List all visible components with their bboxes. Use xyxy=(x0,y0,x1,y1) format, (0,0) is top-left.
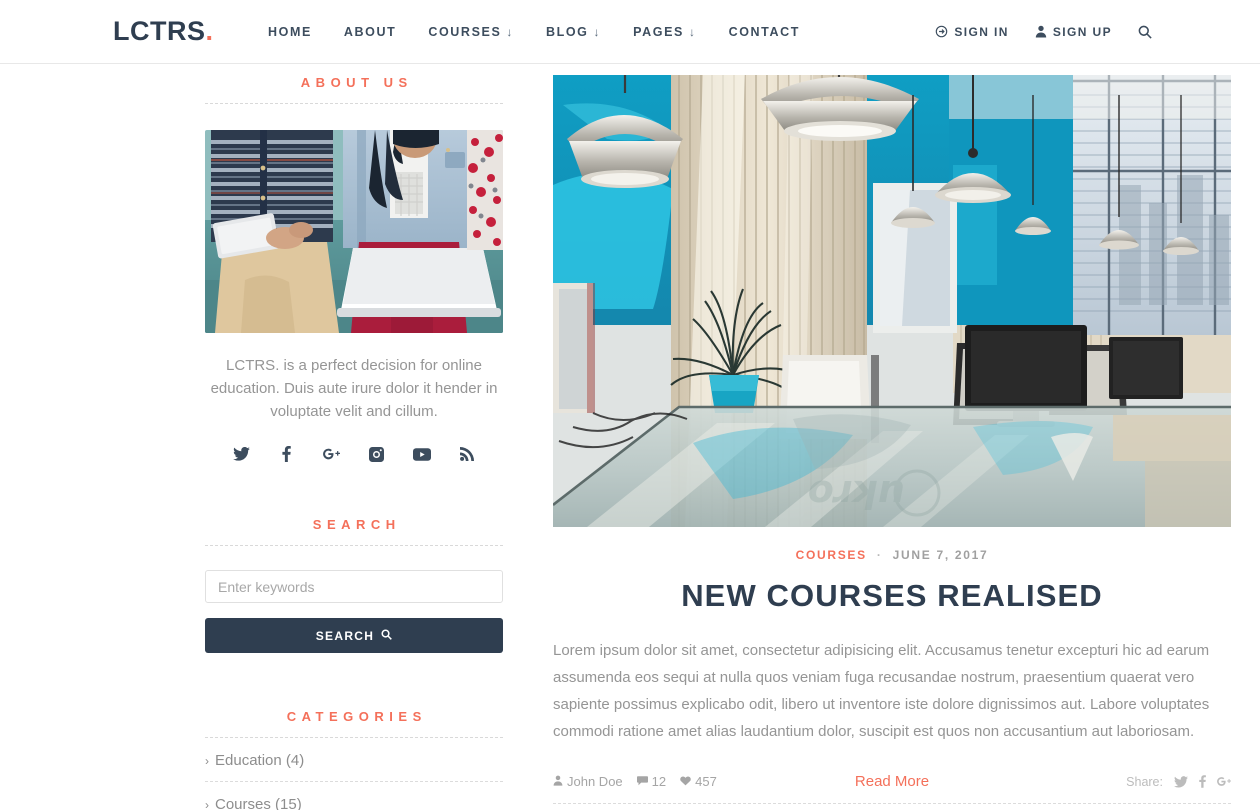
share-label: Share: xyxy=(1126,774,1163,789)
sidebar: ABOUT US LCTRS. is a perfect decision fo… xyxy=(205,75,503,810)
post-excerpt: Lorem ipsum dolor sit amet, consectetur … xyxy=(553,642,1210,740)
read-more-link[interactable]: Read More xyxy=(855,773,929,790)
nav-label: PAGES xyxy=(633,24,684,39)
widget-search: SEARCH SEARCH xyxy=(205,517,503,653)
search-input[interactable] xyxy=(205,570,503,603)
like-count-value: 457 xyxy=(695,774,717,789)
post-footer: John Doe 12 457 Read More Share: xyxy=(553,773,1231,804)
nav-label: COURSES xyxy=(428,24,502,39)
facebook-icon[interactable] xyxy=(1199,775,1206,788)
nav-item-home[interactable]: HOME xyxy=(268,25,328,39)
about-us-social-links xyxy=(205,445,503,463)
sign-in-icon xyxy=(935,25,948,38)
about-us-illustration xyxy=(205,130,503,333)
twitter-icon[interactable] xyxy=(233,445,251,463)
meta-separator: · xyxy=(876,548,883,562)
nav-label: HOME xyxy=(268,24,312,39)
category-label: Education (4) xyxy=(215,752,305,769)
post-author[interactable]: John Doe xyxy=(553,774,623,789)
comment-icon xyxy=(636,774,648,789)
sign-up-label: SIGN UP xyxy=(1052,24,1112,39)
widget-about-us: ABOUT US LCTRS. is a perfect decision fo… xyxy=(205,75,503,463)
main-navigation: HOME ABOUT COURSES ↓ BLOG ↓ PAGES ↓ CONT… xyxy=(268,25,816,39)
chevron-down-icon: ↓ xyxy=(506,24,514,39)
search-button[interactable]: SEARCH xyxy=(205,618,503,653)
site-header: LCTRS. HOME ABOUT COURSES ↓ BLOG ↓ PAGES… xyxy=(0,0,1260,64)
heart-icon xyxy=(680,774,691,789)
about-us-image xyxy=(205,130,503,333)
category-item-courses[interactable]: › Courses (15) xyxy=(205,782,503,810)
nav-label: ABOUT xyxy=(343,24,397,39)
about-us-title: ABOUT US xyxy=(205,75,503,104)
logo-text: LCTRS xyxy=(113,16,206,46)
post-date: JUNE 7, 2017 xyxy=(892,548,989,562)
search-title: SEARCH xyxy=(205,517,503,546)
search-button-label: SEARCH xyxy=(315,628,375,643)
nav-item-courses[interactable]: COURSES ↓ xyxy=(412,25,530,39)
site-logo[interactable]: LCTRS. xyxy=(113,18,214,45)
twitter-icon[interactable] xyxy=(1174,775,1188,788)
user-icon xyxy=(553,774,563,789)
svg-text:ukro: ukro xyxy=(808,472,905,516)
logo-dot: . xyxy=(205,16,214,46)
post-comment-count[interactable]: 12 xyxy=(636,774,667,789)
sign-in-label: SIGN IN xyxy=(954,24,1009,39)
facebook-icon[interactable] xyxy=(278,445,296,463)
nav-item-pages[interactable]: PAGES ↓ xyxy=(617,25,712,39)
search-icon xyxy=(381,628,393,643)
nav-label: BLOG xyxy=(546,24,589,39)
post-meta: COURSES · JUNE 7, 2017 xyxy=(553,548,1231,562)
chevron-right-icon: › xyxy=(205,798,209,810)
main-content: ukro COURSES · JUNE 7, 2017 NEW COURSES … xyxy=(553,75,1231,810)
office-interior-illustration: ukro xyxy=(553,75,1231,527)
user-icon xyxy=(1035,25,1047,38)
widget-categories: CATEGORIES › Education (4) › Courses (15… xyxy=(205,709,503,810)
sign-up-button[interactable]: SIGN UP xyxy=(1035,25,1112,39)
categories-list: › Education (4) › Courses (15) xyxy=(205,738,503,810)
blog-post: ukro COURSES · JUNE 7, 2017 NEW COURSES … xyxy=(553,75,1231,804)
post-featured-image[interactable]: ukro xyxy=(553,75,1231,527)
category-item-education[interactable]: › Education (4) xyxy=(205,738,503,782)
page-body: ABOUT US LCTRS. is a perfect decision fo… xyxy=(0,64,1260,810)
nav-item-about[interactable]: ABOUT xyxy=(328,25,412,39)
categories-title: CATEGORIES xyxy=(205,709,503,738)
rss-icon[interactable] xyxy=(458,445,476,463)
post-like-count[interactable]: 457 xyxy=(680,774,717,789)
post-stats: John Doe 12 457 xyxy=(553,774,717,789)
category-label: Courses (15) xyxy=(215,796,302,810)
instagram-icon[interactable] xyxy=(368,445,386,463)
post-category[interactable]: COURSES xyxy=(796,548,867,562)
google-plus-icon[interactable] xyxy=(323,445,341,463)
chevron-down-icon: ↓ xyxy=(593,24,602,39)
post-title[interactable]: NEW COURSES REALISED xyxy=(553,578,1231,614)
chevron-right-icon: › xyxy=(205,754,209,768)
nav-label: CONTACT xyxy=(728,24,800,39)
youtube-icon[interactable] xyxy=(412,445,431,463)
post-author-name: John Doe xyxy=(567,774,623,789)
comment-count-value: 12 xyxy=(651,774,667,789)
header-actions: SIGN IN SIGN UP xyxy=(935,25,1152,39)
sign-in-button[interactable]: SIGN IN xyxy=(935,25,1008,39)
google-plus-icon[interactable] xyxy=(1217,776,1231,787)
nav-item-contact[interactable]: CONTACT xyxy=(713,25,816,39)
post-share: Share: xyxy=(1126,775,1231,789)
chevron-down-icon: ↓ xyxy=(688,24,697,39)
search-icon[interactable] xyxy=(1138,25,1152,39)
about-us-text: LCTRS. is a perfect decision for online … xyxy=(210,357,498,420)
nav-item-blog[interactable]: BLOG ↓ xyxy=(530,25,617,39)
